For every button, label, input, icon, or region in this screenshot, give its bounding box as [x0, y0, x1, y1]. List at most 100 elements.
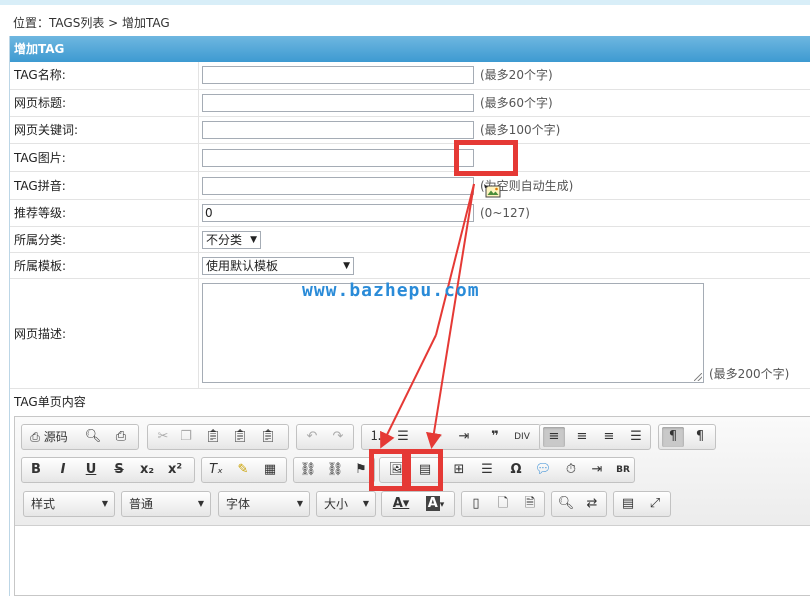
caret-down-icon: ▼: [362, 499, 369, 508]
row-category: 所属分类: 不分类 ▼: [10, 227, 810, 253]
subscript-button[interactable]: x₂: [136, 460, 158, 480]
copy-button[interactable]: ❐: [175, 427, 197, 447]
insert-page-button[interactable]: ⇥: [586, 460, 608, 480]
superscript-button[interactable]: x²: [164, 460, 186, 480]
blockquote-button[interactable]: ❞: [484, 427, 506, 447]
format-combo-label: 普通: [129, 497, 154, 511]
align-right-button[interactable]: ≡: [598, 427, 620, 447]
paste-button[interactable]: 📋︎: [202, 427, 224, 447]
insert-table-button[interactable]: ⊞: [448, 460, 470, 480]
link-button[interactable]: ⛓: [297, 460, 319, 480]
preview-icon: 🔍︎: [84, 429, 102, 444]
source-button[interactable]: ⎙ 源码: [25, 427, 73, 447]
page-title-input[interactable]: [202, 94, 474, 112]
clipboard-text-icon: 📋︎: [231, 429, 249, 444]
templates-button[interactable]: ▯: [465, 494, 487, 514]
bold-button[interactable]: B: [25, 460, 47, 480]
paste-text-button[interactable]: 📋︎: [229, 427, 251, 447]
level-label: 推荐等级:: [14, 206, 67, 220]
align-center-icon: ≡: [576, 429, 588, 444]
italic-button[interactable]: I: [52, 460, 74, 480]
caret-down-icon: ▼: [197, 499, 204, 508]
tag-name-input[interactable]: [202, 66, 474, 84]
toolbar-group-direction: ¶ ¶: [658, 424, 716, 450]
redo-button[interactable]: ↷: [327, 427, 349, 447]
pagebreak-button[interactable]: ⏱: [560, 460, 582, 480]
horizontal-rule-button[interactable]: ☰: [476, 460, 498, 480]
preview-button[interactable]: 🔍︎: [82, 427, 104, 447]
paste-word-button[interactable]: 📋︎: [257, 427, 279, 447]
unlink-button[interactable]: ⛓: [324, 460, 346, 480]
redo-icon: ↷: [332, 429, 344, 444]
template-select[interactable]: 使用默认模板 ▼: [202, 257, 354, 275]
rich-text-editor: ⎙ 源码 🔍︎ ⎙ ✂ ❐ 📋︎ 📋︎ 📋︎ ↶ ↷ ⒈ ☰ ⇤ ⇥ ❞ DIV…: [14, 416, 810, 596]
category-label: 所属分类:: [14, 233, 67, 247]
align-left-button[interactable]: ≡: [543, 427, 565, 447]
level-input[interactable]: 0: [202, 204, 474, 222]
replace-button[interactable]: ⇄: [581, 494, 603, 514]
document-icon: 🗎: [524, 496, 536, 511]
cut-button[interactable]: ✂: [152, 427, 174, 447]
row-keywords: 网页关键词: (最多100个字): [10, 117, 810, 144]
align-center-button[interactable]: ≡: [571, 427, 593, 447]
highlight-box-image-button: [369, 449, 407, 491]
show-blocks-button[interactable]: ▤: [617, 494, 639, 514]
toolbar-group-colors: A▾ A ▾: [381, 491, 455, 517]
maximize-button[interactable]: ⤢: [644, 494, 666, 514]
tag-image-label: TAG图片:: [14, 151, 66, 165]
clipboard-icon: 📋︎: [204, 429, 222, 444]
indent-icon: ⇥: [458, 429, 470, 444]
caret-down-icon: ▼: [250, 235, 257, 245]
row-pinyin: TAG拼音: (为空则自动生成): [10, 172, 810, 200]
format-combo[interactable]: 普通 ▼: [121, 491, 211, 517]
size-combo-label: 大小: [324, 497, 349, 511]
bold-icon: B: [31, 462, 41, 477]
tag-name-hint: (最多20个字): [480, 68, 553, 82]
font-combo-label: 字体: [226, 497, 251, 511]
outdent-button[interactable]: ⇤: [426, 427, 448, 447]
size-combo[interactable]: 大小 ▼: [316, 491, 376, 517]
description-label: 网页描述:: [14, 327, 67, 341]
align-left-icon: ≡: [548, 429, 560, 444]
special-char-button[interactable]: Ω: [505, 460, 527, 480]
select-all-button[interactable]: ▦: [259, 460, 281, 480]
text-color-button[interactable]: A▾: [386, 494, 416, 514]
indent-button[interactable]: ⇥: [453, 427, 475, 447]
ltr-button[interactable]: ¶: [662, 427, 684, 447]
new-page-button[interactable]: 🗋: [492, 494, 514, 514]
image-picker-icon[interactable]: [484, 184, 501, 198]
pinyin-input[interactable]: [202, 177, 474, 195]
keywords-input[interactable]: [202, 121, 474, 139]
find-button[interactable]: 🔍︎: [555, 494, 577, 514]
caret-down-icon: ▼: [101, 499, 108, 508]
resize-grip-icon[interactable]: [694, 373, 702, 381]
tag-image-input[interactable]: [202, 149, 474, 167]
numbered-list-icon: ⒈: [369, 429, 383, 444]
numbered-list-button[interactable]: ⒈: [365, 427, 387, 447]
undo-button[interactable]: ↶: [301, 427, 323, 447]
justify-button[interactable]: ☰: [625, 427, 647, 447]
copy-icon: ❐: [180, 429, 192, 444]
print-button[interactable]: ⎙: [110, 427, 132, 447]
bulleted-list-button[interactable]: ☰: [392, 427, 414, 447]
editor-content-area[interactable]: [15, 526, 810, 596]
style-combo[interactable]: 样式 ▼: [23, 491, 115, 517]
justify-icon: ☰: [630, 429, 642, 444]
rtl-icon: ¶: [695, 429, 705, 444]
link-icon: ⛓: [299, 462, 317, 477]
document-properties-button[interactable]: 🗎: [519, 494, 541, 514]
smiley-button[interactable]: 💬︎: [532, 460, 554, 480]
font-combo[interactable]: 字体 ▼: [218, 491, 310, 517]
div-container-button[interactable]: DIV: [511, 427, 533, 447]
strike-button[interactable]: S: [108, 460, 130, 480]
category-select[interactable]: 不分类 ▼: [202, 231, 261, 249]
rtl-button[interactable]: ¶: [689, 427, 711, 447]
underline-button[interactable]: U: [80, 460, 102, 480]
format-painter-button[interactable]: ✎: [232, 460, 254, 480]
bg-color-button[interactable]: A ▾: [420, 494, 450, 514]
speech-bubble-icon: 💬︎: [534, 462, 552, 477]
line-break-button[interactable]: BR: [612, 460, 634, 480]
remove-format-button[interactable]: Tₓ: [205, 460, 227, 480]
insert-page-icon: ⇥: [591, 462, 603, 477]
quote-icon: ❞: [491, 429, 499, 444]
